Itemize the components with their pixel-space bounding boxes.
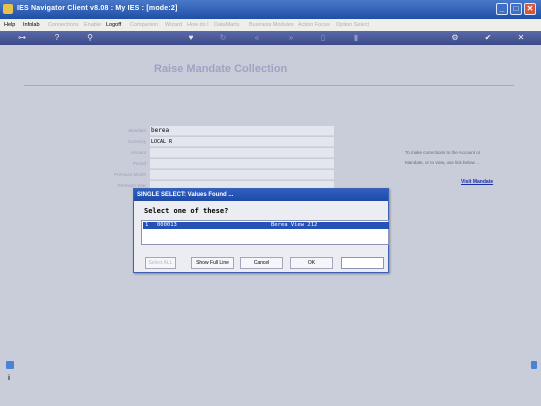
menu-how-do-i: How do I (187, 22, 209, 28)
mandate-field[interactable]: berea (150, 126, 334, 136)
menu-wizard: Wizard (165, 22, 183, 28)
help-text-line2: Mandate, or to view, use link below ... (405, 160, 480, 165)
mandate-label: Mandate (128, 128, 146, 133)
close-button[interactable]: ✕ (524, 3, 536, 15)
menu-action-focus: Action Focus (298, 22, 330, 28)
check-icon[interactable]: ✔ (482, 33, 494, 43)
divider (24, 85, 514, 86)
info-icon[interactable]: i (8, 375, 10, 382)
dialog-prompt: Select one of these? (144, 207, 229, 215)
premium-month-field[interactable] (150, 170, 334, 180)
amount-label: Amount (130, 150, 146, 155)
forward-icon: » (288, 33, 294, 42)
cancel-icon[interactable]: ✕ (515, 33, 527, 43)
help-text-line1: To make corrections to the Account or (405, 150, 481, 155)
list-item-description: Berea View 212 (271, 222, 318, 228)
right-panel-handle[interactable] (531, 361, 537, 369)
title-bar: IES Navigator Client v8.08 : My IES : [m… (0, 0, 541, 19)
list-item[interactable]: 1 000013 Berea View 212 (143, 222, 389, 229)
heart-icon[interactable]: ♥ (185, 33, 197, 43)
menu-datamarts: DataMarts (214, 22, 240, 28)
menu-enable: Enable (84, 22, 102, 28)
page-icon: ▯ (320, 33, 326, 42)
cancel-button[interactable]: Cancel (240, 257, 283, 269)
visit-mandate-link[interactable]: Visit Mandate (461, 179, 493, 185)
key-icon[interactable]: ⊶ (14, 33, 30, 43)
period-field[interactable] (150, 159, 334, 169)
window-title: IES Navigator Client v8.08 : My IES : [m… (17, 5, 178, 12)
back-icon: « (254, 33, 260, 42)
toolbar: ⊶ ? ⚲ ♥ ↻ « » ▯ ▮ ⚙ ✔ ✕ (0, 31, 541, 45)
menu-infolab[interactable]: Infolab (23, 22, 40, 28)
menu-logoff[interactable]: Logoff (106, 22, 121, 28)
menu-business-modules: Business Modules (249, 22, 294, 28)
app-icon (3, 4, 13, 14)
settings-icon[interactable]: ⚙ (449, 33, 461, 43)
ok-button[interactable]: OK (290, 257, 333, 269)
values-list[interactable]: 1 000013 Berea View 212 (141, 220, 389, 245)
select-all-button: Select ALL (145, 257, 176, 269)
page-title: Raise Mandate Collection (154, 63, 288, 75)
dialog-input[interactable] (341, 257, 384, 269)
list-item-index: 1 (145, 222, 149, 228)
currency-field[interactable]: LOCAL R (150, 137, 334, 147)
refresh-icon: ↻ (219, 33, 227, 42)
period-label: Period (132, 161, 146, 166)
dialog-title: SINGLE SELECT: Values Found ... (134, 189, 388, 201)
search-icon[interactable]: ⚲ (84, 33, 96, 43)
left-panel-handle[interactable] (6, 361, 14, 369)
minimize-button[interactable]: _ (496, 3, 508, 15)
show-full-line-button[interactable]: Show Full Line (191, 257, 234, 269)
menu-companion: Companion (130, 22, 159, 28)
premium-month-label: Premium Month (114, 172, 146, 177)
menu-option-select: Option Select (336, 22, 370, 28)
menu-bar: Help Infolab Connections Enable Logoff C… (0, 19, 541, 31)
menu-connections: Connections (48, 22, 79, 28)
currency-label: Currency (127, 139, 146, 144)
list-item-code: 000013 (157, 222, 177, 228)
amount-field[interactable] (150, 148, 334, 158)
single-select-dialog: SINGLE SELECT: Values Found ... Select o… (133, 188, 389, 273)
help-icon[interactable]: ? (51, 33, 63, 43)
menu-help[interactable]: Help (4, 22, 15, 28)
trash-icon: ▮ (353, 33, 359, 42)
maximize-button[interactable]: □ (510, 3, 522, 15)
